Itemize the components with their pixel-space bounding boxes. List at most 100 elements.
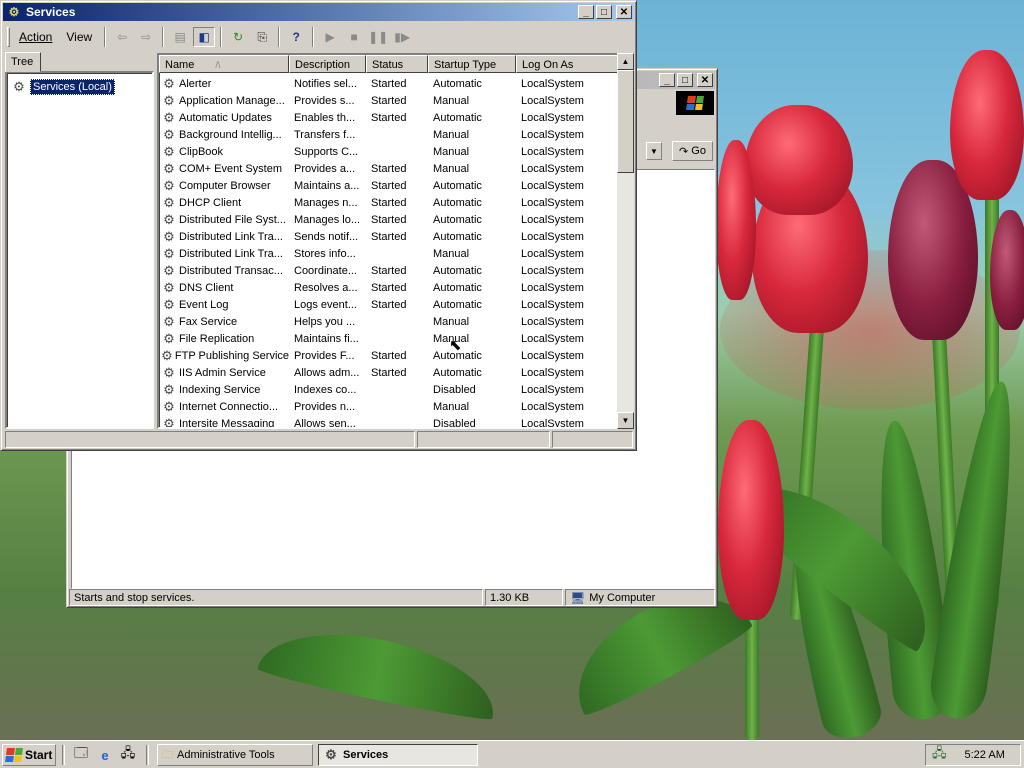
cell-name-text: Intersite Messaging: [179, 417, 275, 429]
windows-logo-icon: [676, 91, 714, 115]
cell-description: Maintains a...: [294, 179, 360, 192]
column-header-status[interactable]: Status: [366, 55, 428, 73]
table-row[interactable]: ⚙ ClipBook Supports C... Manual LocalSystem: [159, 143, 619, 160]
start-button[interactable]: Start: [2, 744, 56, 766]
tree-pane[interactable]: ⚙ Services (Local): [5, 71, 154, 429]
cell-startup-type: Automatic: [433, 349, 482, 362]
close-button[interactable]: ✕: [616, 5, 632, 19]
start-service-icon[interactable]: ▶: [319, 27, 341, 47]
cell-startup-type: Manual: [433, 162, 470, 175]
column-header-log-on-as[interactable]: Log On As: [516, 55, 619, 73]
table-row[interactable]: ⚙ IIS Admin Service Allows adm... Started Au…: [159, 364, 619, 381]
tree-node-services-local[interactable]: ⚙ Services (Local): [11, 79, 115, 95]
table-row[interactable]: ⚙ Fax Service Helps you ... Manual LocalSyst…: [159, 313, 619, 330]
help-icon[interactable]: ?: [285, 27, 307, 47]
table-row[interactable]: ⚙ COM+ Event System Provides a... Started Ma…: [159, 160, 619, 177]
table-row[interactable]: ⚙ Distributed Link Tra... Stores info... Ma…: [159, 245, 619, 262]
address-dropdown-arrow[interactable]: ▼: [646, 142, 662, 160]
menu-view[interactable]: View: [60, 28, 98, 46]
table-row[interactable]: ⚙ Internet Connectio... Provides n... Manua…: [159, 398, 619, 415]
restart-service-icon[interactable]: ▮▶: [391, 27, 413, 47]
cell-status: Started: [371, 264, 407, 277]
table-row[interactable]: ⚙ Indexing Service Indexes co... Disabled Lo…: [159, 381, 619, 398]
network-icon[interactable]: 🖧: [119, 745, 137, 763]
minimize-button[interactable]: _: [659, 73, 675, 87]
tab-tree[interactable]: Tree: [5, 52, 41, 72]
forward-arrow-icon[interactable]: ⇨: [135, 27, 157, 47]
taskbar-button-administrative-tools[interactable]: 🗀 Administrative Tools: [157, 744, 313, 766]
gear-icon: ⚙: [163, 76, 175, 91]
cell-description: Enables th...: [294, 111, 356, 124]
maximize-button[interactable]: □: [596, 5, 612, 19]
table-row[interactable]: ⚙ File Replication Maintains fi... Manual Lo…: [159, 330, 619, 347]
scroll-down-button[interactable]: ▼: [617, 412, 634, 429]
minimize-button[interactable]: _: [578, 5, 594, 19]
status-cell: [5, 431, 415, 448]
go-button[interactable]: ↷ Go: [672, 141, 713, 161]
service-rows: ⚙ Alerter Notifies sel... Started Automatic L…: [159, 75, 619, 429]
cell-name-text: Indexing Service: [179, 383, 261, 396]
cell-description: Notifies sel...: [294, 77, 357, 90]
show-desktop-icon[interactable]: 🗔: [72, 745, 90, 763]
gear-icon: ⚙: [163, 229, 175, 244]
show-hide-tree-icon[interactable]: ◧: [193, 27, 216, 47]
system-tray: 🖧 5:22 AM: [925, 744, 1021, 766]
folder-up-icon[interactable]: ▤: [169, 27, 191, 47]
scroll-thumb[interactable]: [617, 70, 634, 173]
mouse-cursor-icon: ⬉: [449, 337, 462, 354]
cell-status: Started: [371, 179, 407, 192]
table-row[interactable]: ⚙ Automatic Updates Enables th... Started Au…: [159, 109, 619, 126]
table-row[interactable]: ⚙ Intersite Messaging Allows sen... Disable…: [159, 415, 619, 429]
services-list[interactable]: Name /\ Description Status Startup Type …: [157, 53, 634, 429]
cell-name: ⚙ Automatic Updates: [159, 111, 289, 125]
cell-status: Started: [371, 162, 407, 175]
go-arrow-icon: ↷: [679, 145, 689, 158]
refresh-icon[interactable]: ↻: [227, 27, 249, 47]
stop-service-icon[interactable]: ■: [343, 27, 365, 47]
cell-log-on-as: LocalSystem: [521, 128, 584, 141]
tree-node-label: Services (Local): [30, 79, 115, 95]
cell-log-on-as: LocalSystem: [521, 196, 584, 209]
gear-icon: ⚙: [163, 178, 175, 193]
cell-startup-type: Automatic: [433, 264, 482, 277]
gear-icon: ⚙: [13, 79, 25, 94]
clock[interactable]: 5:22 AM: [965, 749, 1005, 761]
table-row[interactable]: ⚙ Distributed Link Tra... Sends notif... St…: [159, 228, 619, 245]
cell-log-on-as: LocalSystem: [521, 94, 584, 107]
vertical-scrollbar[interactable]: ▲ ▼: [617, 53, 634, 429]
cell-name-text: COM+ Event System: [179, 162, 283, 175]
taskbar-button-services[interactable]: ⚙ Services: [318, 744, 478, 766]
cell-log-on-as: LocalSystem: [521, 281, 584, 294]
export-list-icon[interactable]: ⎘: [251, 27, 273, 47]
column-header-description[interactable]: Description: [289, 55, 366, 73]
table-row[interactable]: ⚙ FTP Publishing Service Provides F... Star…: [159, 347, 619, 364]
gear-icon: ⚙: [163, 280, 175, 295]
table-row[interactable]: ⚙ Computer Browser Maintains a... Started Au…: [159, 177, 619, 194]
services-titlebar[interactable]: ⚙ Services _ □ ✕: [3, 3, 634, 21]
scroll-up-button[interactable]: ▲: [617, 53, 634, 70]
cell-name: ⚙ Background Intellig...: [159, 128, 289, 142]
internet-explorer-icon[interactable]: e: [96, 747, 114, 763]
pause-service-icon[interactable]: ❚❚: [367, 27, 389, 47]
cell-log-on-as: LocalSystem: [521, 77, 584, 90]
toolbar-grip[interactable]: [7, 27, 10, 47]
gear-icon: ⚙: [163, 195, 175, 210]
column-header-startup-type[interactable]: Startup Type: [428, 55, 516, 73]
cell-log-on-as: LocalSystem: [521, 179, 584, 192]
back-arrow-icon[interactable]: ⇦: [111, 27, 133, 47]
cell-name: ⚙ Distributed File Syst...: [159, 213, 289, 227]
table-row[interactable]: ⚙ Alerter Notifies sel... Started Automatic L…: [159, 75, 619, 92]
table-row[interactable]: ⚙ Distributed Transac... Coordinate... Star…: [159, 262, 619, 279]
table-row[interactable]: ⚙ Event Log Logs event... Started Automatic L…: [159, 296, 619, 313]
maximize-button[interactable]: □: [677, 73, 693, 87]
table-row[interactable]: ⚙ DHCP Client Manages n... Started Automatic…: [159, 194, 619, 211]
menu-action[interactable]: Action: [13, 28, 58, 46]
table-row[interactable]: ⚙ Background Intellig... Transfers f... Man…: [159, 126, 619, 143]
close-button[interactable]: ✕: [697, 73, 713, 87]
table-row[interactable]: ⚙ Application Manage... Provides s... Start…: [159, 92, 619, 109]
gear-icon: ⚙: [163, 144, 175, 159]
table-row[interactable]: ⚙ DNS Client Resolves a... Started Automatic…: [159, 279, 619, 296]
network-status-icon[interactable]: 🖧: [932, 744, 947, 766]
column-header-name[interactable]: Name /\: [159, 55, 289, 73]
table-row[interactable]: ⚙ Distributed File Syst... Manages lo... St…: [159, 211, 619, 228]
